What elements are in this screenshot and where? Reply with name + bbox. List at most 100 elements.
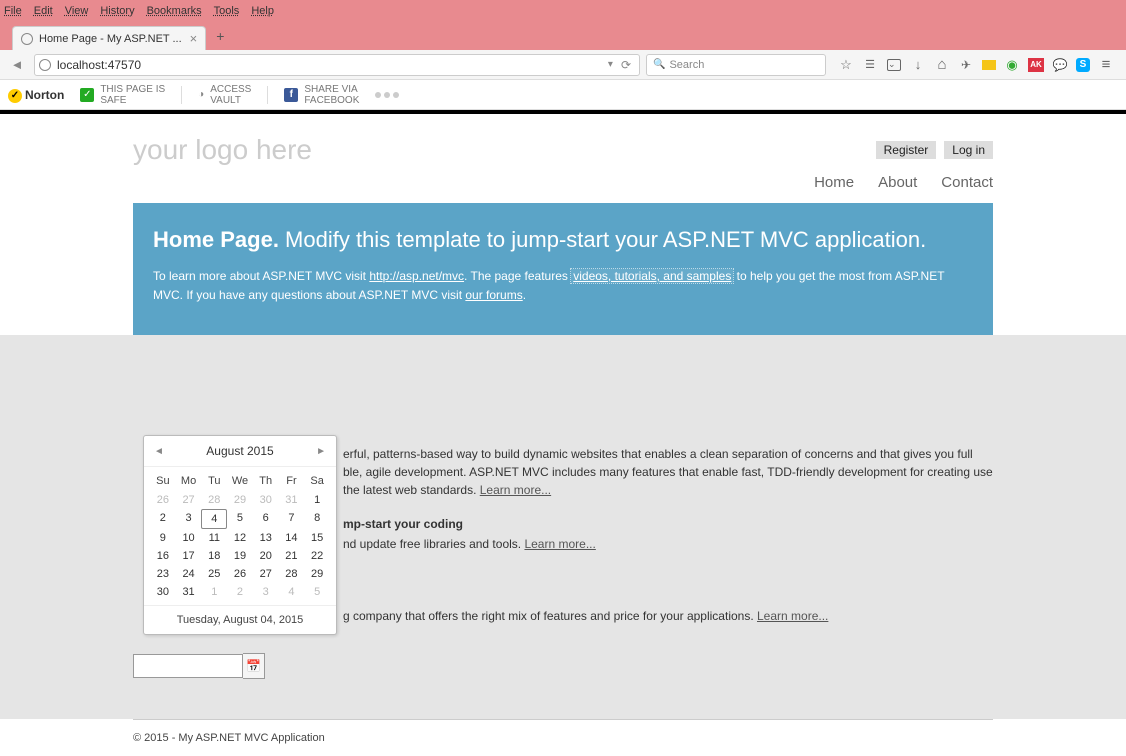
nav-about[interactable]: About xyxy=(878,174,917,191)
reload-icon[interactable]: ⟳ xyxy=(617,58,635,72)
hamburger-menu-icon[interactable] xyxy=(1098,57,1114,73)
browser-menubar: File Edit View History Bookmarks Tools H… xyxy=(0,0,1126,22)
calendar-day[interactable]: 19 xyxy=(227,547,253,565)
menu-bookmarks[interactable]: Bookmarks xyxy=(147,5,202,17)
register-link[interactable]: Register xyxy=(876,141,937,159)
url-box[interactable]: ▾ ⟳ xyxy=(34,54,640,76)
extension-icon[interactable] xyxy=(982,60,996,70)
downloads-icon[interactable] xyxy=(910,57,926,73)
ak-extension-icon[interactable]: AK xyxy=(1028,58,1044,72)
calendar-day[interactable]: 10 xyxy=(176,529,202,547)
learn-more-link[interactable]: Learn more... xyxy=(757,609,828,623)
calendar-day[interactable]: 1 xyxy=(304,491,330,509)
calendar-prev-button[interactable]: ◄ xyxy=(154,446,164,457)
nav-contact[interactable]: Contact xyxy=(941,174,993,191)
calendar-day[interactable]: 18 xyxy=(201,547,227,565)
calendar-day[interactable]: 30 xyxy=(253,491,279,509)
search-box[interactable]: Search xyxy=(646,54,826,76)
calendar-day[interactable]: 1 xyxy=(201,583,227,601)
login-link[interactable]: Log in xyxy=(944,141,993,159)
tab-close-button[interactable]: × xyxy=(182,31,198,46)
calendar-dayhead: Mo xyxy=(176,471,202,491)
calendar-day[interactable]: 9 xyxy=(150,529,176,547)
calendar-day[interactable]: 29 xyxy=(304,565,330,583)
learn-more-link[interactable]: Learn more... xyxy=(524,537,595,551)
menu-tools[interactable]: Tools xyxy=(214,5,240,17)
calendar-day[interactable]: 29 xyxy=(227,491,253,509)
calendar-day[interactable]: 28 xyxy=(201,491,227,509)
globe-icon xyxy=(21,33,33,45)
calendar-dayhead: Su xyxy=(150,471,176,491)
skype-icon[interactable]: S xyxy=(1076,58,1090,72)
calendar-day[interactable]: 31 xyxy=(279,491,305,509)
chat-icon[interactable] xyxy=(1052,57,1068,73)
calendar-day[interactable]: 2 xyxy=(227,583,253,601)
calendar-day[interactable]: 26 xyxy=(227,565,253,583)
calendar-day[interactable]: 12 xyxy=(227,529,253,547)
calendar-day[interactable]: 15 xyxy=(304,529,330,547)
norton-logo[interactable]: Norton xyxy=(8,87,64,103)
page-content: your logo here Register Log in Home Abou… xyxy=(0,114,1126,756)
pocket-icon[interactable] xyxy=(886,57,902,73)
calendar-day[interactable]: 20 xyxy=(253,547,279,565)
url-dropdown-icon[interactable]: ▾ xyxy=(604,59,617,70)
date-input[interactable] xyxy=(133,654,243,678)
extension-icon[interactable] xyxy=(1004,57,1020,73)
browser-tab[interactable]: Home Page - My ASP.NET ... × xyxy=(12,26,206,50)
hero-link-samples[interactable]: videos, tutorials, and samples xyxy=(571,269,733,283)
calendar-button[interactable]: 📅 xyxy=(243,653,265,679)
new-tab-button[interactable]: + xyxy=(206,28,234,44)
calendar-day[interactable]: 23 xyxy=(150,565,176,583)
calendar-day[interactable]: 27 xyxy=(253,565,279,583)
url-input[interactable] xyxy=(57,58,604,72)
calendar-day[interactable]: 22 xyxy=(304,547,330,565)
nav-home[interactable]: Home xyxy=(814,174,854,191)
calendar-day[interactable]: 25 xyxy=(201,565,227,583)
menu-file[interactable]: File xyxy=(4,5,22,17)
calendar-day[interactable]: 14 xyxy=(279,529,305,547)
calendar-day[interactable]: 5 xyxy=(304,583,330,601)
calendar-day[interactable]: 4 xyxy=(279,583,305,601)
reading-list-icon[interactable] xyxy=(862,57,878,73)
hero-paragraph: To learn more about ASP.NET MVC visit ht… xyxy=(153,267,973,305)
hero-title: Home Page. Modify this template to jump-… xyxy=(153,227,973,253)
menu-help[interactable]: Help xyxy=(251,5,274,17)
calendar-day[interactable]: 4 xyxy=(201,509,227,529)
learn-more-link[interactable]: Learn more... xyxy=(480,483,551,497)
calendar-day[interactable]: 30 xyxy=(150,583,176,601)
hero-link-mvc[interactable]: http://asp.net/mvc xyxy=(369,269,464,283)
menu-edit[interactable]: Edit xyxy=(34,5,53,17)
calendar-day[interactable]: 16 xyxy=(150,547,176,565)
more-dots-icon[interactable] xyxy=(375,92,399,98)
site-logo: your logo here xyxy=(133,134,312,166)
calendar-day[interactable]: 6 xyxy=(253,509,279,529)
share-icon[interactable] xyxy=(958,57,974,73)
back-button[interactable]: ◄ xyxy=(6,54,28,76)
calendar-day[interactable]: 28 xyxy=(279,565,305,583)
calendar-day[interactable]: 3 xyxy=(176,509,202,529)
calendar-day[interactable]: 24 xyxy=(176,565,202,583)
calendar-day[interactable]: 17 xyxy=(176,547,202,565)
calendar-day[interactable]: 11 xyxy=(201,529,227,547)
browser-address-bar: ◄ ▾ ⟳ Search AK S xyxy=(0,50,1126,80)
calendar-day[interactable]: 21 xyxy=(279,547,305,565)
hero-link-forums[interactable]: our forums xyxy=(465,288,522,302)
home-icon[interactable] xyxy=(934,57,950,73)
calendar-day[interactable]: 27 xyxy=(176,491,202,509)
calendar-day[interactable]: 5 xyxy=(227,509,253,529)
calendar-day[interactable]: 7 xyxy=(279,509,305,529)
calendar-day[interactable]: 31 xyxy=(176,583,202,601)
norton-safe-indicator[interactable]: THIS PAGE IS SAFE xyxy=(80,84,165,106)
calendar-footer[interactable]: Tuesday, August 04, 2015 xyxy=(144,605,336,634)
calendar-day[interactable]: 8 xyxy=(304,509,330,529)
menu-history[interactable]: History xyxy=(100,5,134,17)
norton-vault[interactable]: ◑ ACCESS VAULT xyxy=(198,84,251,106)
bookmark-star-icon[interactable] xyxy=(838,57,854,73)
calendar-next-button[interactable]: ► xyxy=(316,446,326,457)
norton-share[interactable]: f SHARE VIA FACEBOOK xyxy=(284,84,359,106)
calendar-day[interactable]: 2 xyxy=(150,509,176,529)
calendar-day[interactable]: 26 xyxy=(150,491,176,509)
calendar-day[interactable]: 3 xyxy=(253,583,279,601)
menu-view[interactable]: View xyxy=(65,5,89,17)
calendar-day[interactable]: 13 xyxy=(253,529,279,547)
